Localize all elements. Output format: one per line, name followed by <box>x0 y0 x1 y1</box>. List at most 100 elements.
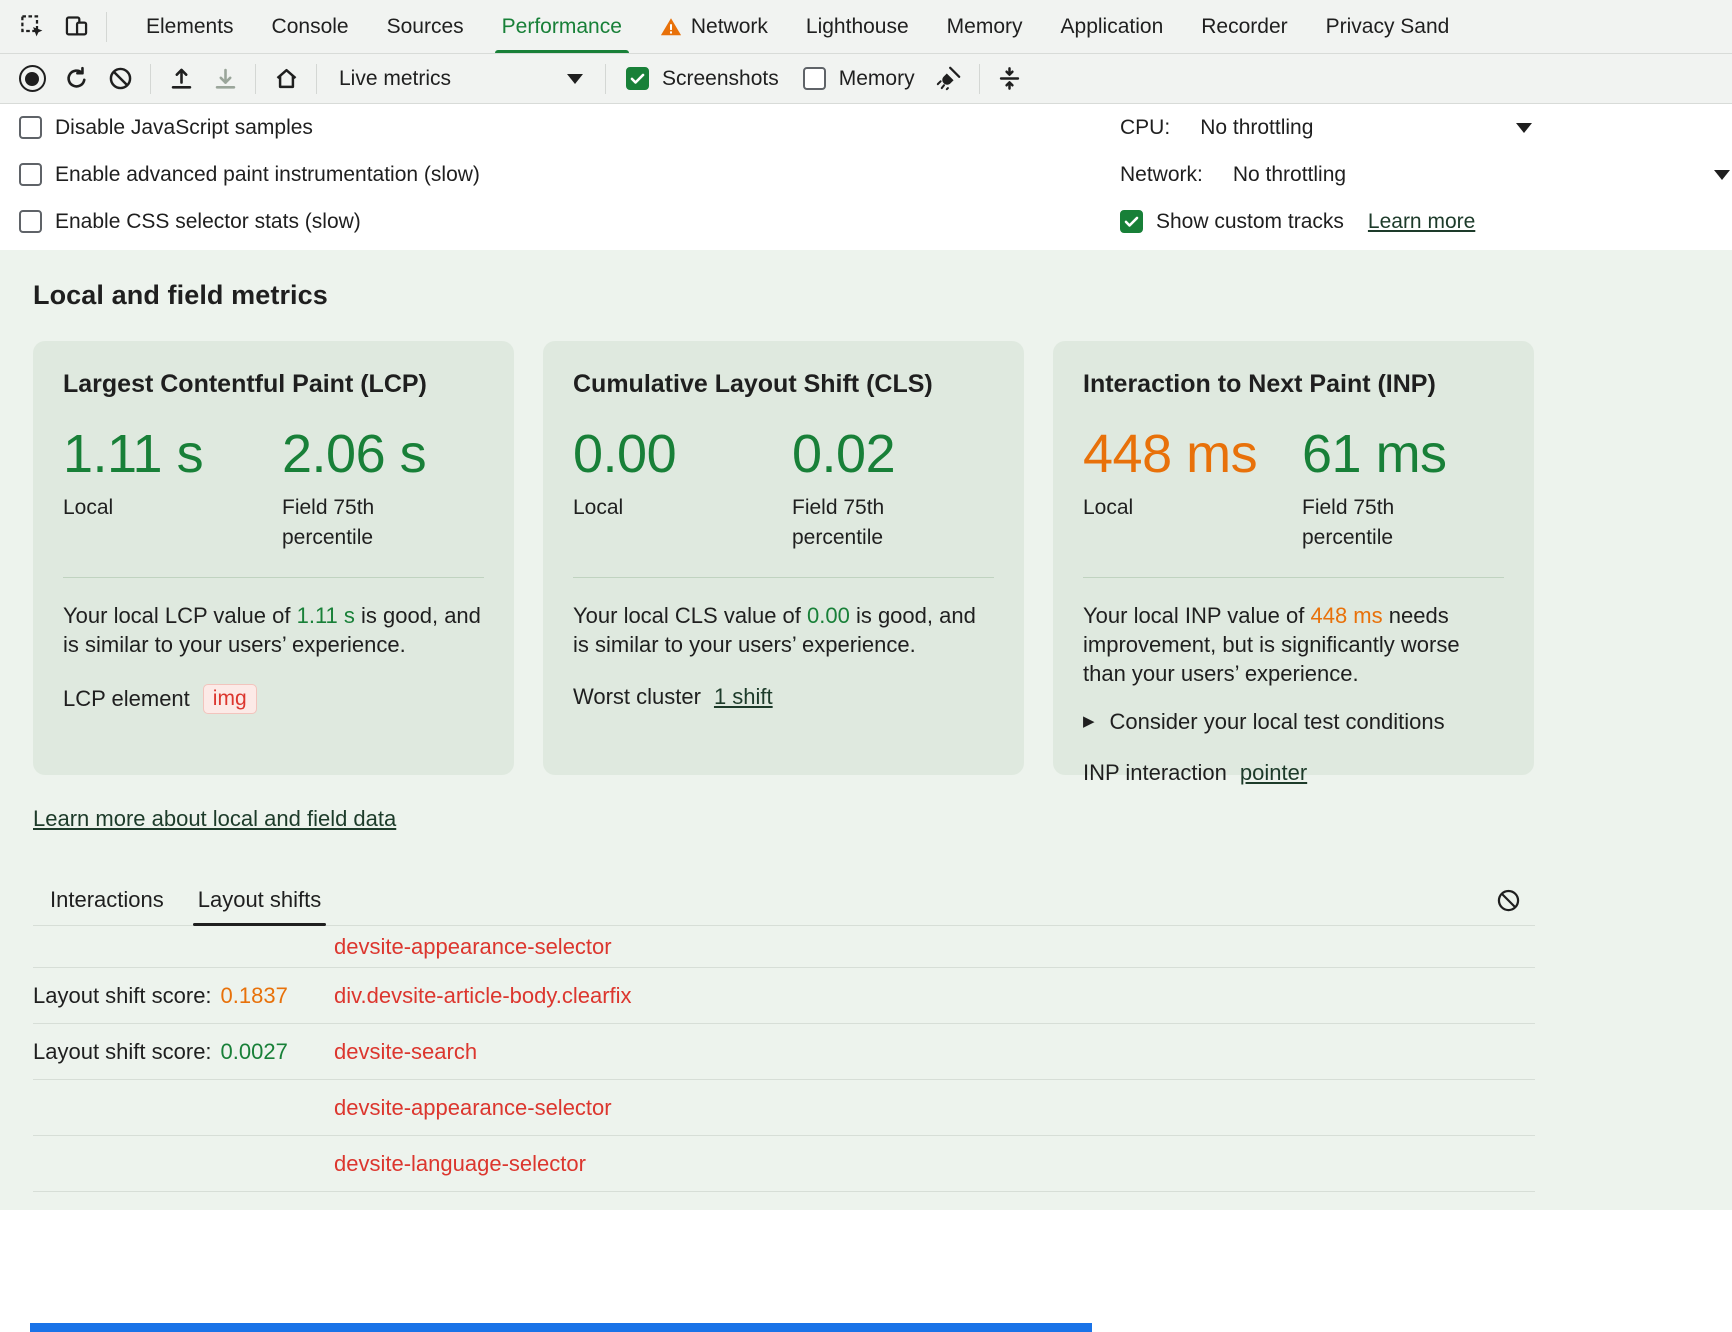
tab-label: Network <box>691 15 768 39</box>
horizontal-scrollbar-thumb[interactable] <box>30 1323 1092 1332</box>
memory-checkbox[interactable]: Memory <box>791 67 927 91</box>
lcp-inline-value: 1.11 s <box>297 603 355 628</box>
tab-sources[interactable]: Sources <box>368 0 483 53</box>
divider <box>316 64 317 94</box>
layout-shift-row: div.devsite-floating-action-buttons <box>33 1192 1535 1210</box>
lcp-element-label: LCP element <box>63 686 190 712</box>
check-icon <box>628 69 647 88</box>
log-tab-list: Interactions Layout shifts <box>33 875 1535 925</box>
record-button[interactable] <box>10 57 54 101</box>
local-test-conditions-disclosure[interactable]: ▶ Consider your local test conditions <box>1083 709 1504 735</box>
tab-performance[interactable]: Performance <box>483 0 641 53</box>
advanced-paint-instrumentation-checkbox[interactable]: Enable advanced paint instrumentation (s… <box>7 163 492 187</box>
checkbox-label: Disable JavaScript samples <box>55 116 313 140</box>
chevron-down-icon <box>567 74 583 84</box>
lcp-field-value: 2.06 s <box>282 426 501 482</box>
devtools-performance-panel: Elements Console Sources Performance Net… <box>0 0 1732 1210</box>
tab-recorder[interactable]: Recorder <box>1182 0 1306 53</box>
broom-icon <box>935 65 962 92</box>
tab-privacy-sandbox[interactable]: Privacy Sand <box>1307 0 1469 53</box>
score-label: Layout shift score: <box>33 983 212 1009</box>
learn-more-field-data-link[interactable]: Learn more about local and field data <box>33 806 396 832</box>
tab-memory[interactable]: Memory <box>928 0 1042 53</box>
chevron-down-icon[interactable] <box>1516 123 1532 133</box>
tab-label: Recorder <box>1201 15 1287 39</box>
node-link[interactable]: devsite-search <box>334 1039 477 1065</box>
tab-console[interactable]: Console <box>253 0 368 53</box>
device-toolbar-icon <box>63 13 90 40</box>
tab-elements[interactable]: Elements <box>127 0 253 53</box>
node-link[interactable]: div.devsite-floating-action-buttons <box>334 1207 660 1211</box>
gc-button[interactable] <box>927 57 971 101</box>
show-custom-tracks-checkbox[interactable]: Show custom tracks <box>1108 210 1356 234</box>
circle-slash-icon <box>1495 887 1522 914</box>
node-link[interactable]: devsite-language-selector <box>334 1151 586 1177</box>
record-and-reload-button[interactable] <box>54 57 98 101</box>
tab-interactions[interactable]: Interactions <box>33 875 181 925</box>
load-profile-button[interactable] <box>159 57 203 101</box>
css-selector-stats-checkbox[interactable]: Enable CSS selector stats (slow) <box>7 210 373 234</box>
divider <box>150 64 151 94</box>
reload-icon <box>63 65 90 92</box>
local-label: Local <box>1083 493 1238 522</box>
disclosure-label: Consider your local test conditions <box>1110 709 1445 735</box>
divider <box>1083 577 1504 578</box>
tab-lighthouse[interactable]: Lighthouse <box>787 0 928 53</box>
divider <box>63 577 484 578</box>
node-link[interactable]: div.devsite-article-body.clearfix <box>334 983 632 1009</box>
network-throttling-row: Network: No throttling <box>1108 151 1732 198</box>
network-label: Network: <box>1120 163 1203 187</box>
checkbox-label: Enable advanced paint instrumentation (s… <box>55 163 480 187</box>
node-link[interactable]: devsite-appearance-selector <box>334 1095 612 1121</box>
cpu-label: CPU: <box>1120 116 1170 140</box>
inp-interaction-link[interactable]: pointer <box>1240 760 1307 786</box>
tab-label: Console <box>272 15 349 39</box>
lcp-element-node-badge[interactable]: img <box>203 684 257 714</box>
tab-layout-shifts[interactable]: Layout shifts <box>181 875 339 925</box>
cls-inline-value: 0.00 <box>807 603 850 628</box>
checkbox-icon <box>19 116 42 139</box>
memory-label: Memory <box>839 67 915 91</box>
tab-network[interactable]: Network <box>641 0 787 53</box>
tab-label: Interactions <box>50 887 164 913</box>
cpu-throttling-select[interactable]: No throttling <box>1200 116 1313 140</box>
checkbox-label: Show custom tracks <box>1156 210 1344 234</box>
worst-cluster-link[interactable]: 1 shift <box>714 684 773 710</box>
devtools-tab-strip: Elements Console Sources Performance Net… <box>0 0 1732 54</box>
capture-settings: Disable JavaScript samples Enable advanc… <box>0 104 1732 250</box>
checkbox-icon <box>803 67 826 90</box>
lcp-local-value: 1.11 s <box>63 426 282 482</box>
home-icon <box>273 65 300 92</box>
custom-tracks-learn-more-link[interactable]: Learn more <box>1368 210 1475 234</box>
network-throttling-select[interactable]: No throttling <box>1233 163 1346 187</box>
inspect-element-button[interactable] <box>10 5 54 49</box>
node-link[interactable]: devsite-appearance-selector <box>334 934 612 960</box>
divider <box>605 64 606 94</box>
cls-local-value: 0.00 <box>573 426 792 482</box>
screenshots-checkbox[interactable]: Screenshots <box>614 67 791 91</box>
cls-description: Your local CLS value of 0.00 is good, an… <box>573 601 994 659</box>
log-section: Interactions Layout shifts devsite-appea… <box>33 875 1535 1210</box>
clear-log-button[interactable] <box>1487 879 1529 921</box>
metric-cards: Largest Contentful Paint (LCP) 1.11 s Lo… <box>33 341 1732 775</box>
clear-recording-button[interactable] <box>98 57 142 101</box>
inp-card: Interaction to Next Paint (INP) 448 ms L… <box>1053 341 1534 775</box>
cpu-throttling-row: CPU: No throttling <box>1108 104 1732 151</box>
record-icon <box>19 65 46 92</box>
divider <box>106 12 107 42</box>
disable-js-samples-checkbox[interactable]: Disable JavaScript samples <box>7 116 325 140</box>
inp-inline-value: 448 ms <box>1310 603 1382 628</box>
toggle-device-toolbar-button[interactable] <box>54 5 98 49</box>
divider <box>979 64 980 94</box>
tab-application[interactable]: Application <box>1042 0 1183 53</box>
cls-card: Cumulative Layout Shift (CLS) 0.00 Local… <box>543 341 1024 775</box>
collapse-view-button[interactable] <box>988 57 1032 101</box>
tab-label: Layout shifts <box>198 887 322 913</box>
upload-icon <box>168 65 195 92</box>
tab-label: Sources <box>387 15 464 39</box>
chevron-down-icon[interactable] <box>1714 170 1730 180</box>
inp-field-value: 61 ms <box>1302 426 1521 482</box>
save-profile-button[interactable] <box>203 57 247 101</box>
live-metrics-home-button[interactable] <box>264 57 308 101</box>
history-dropdown[interactable]: Live metrics <box>325 59 597 99</box>
